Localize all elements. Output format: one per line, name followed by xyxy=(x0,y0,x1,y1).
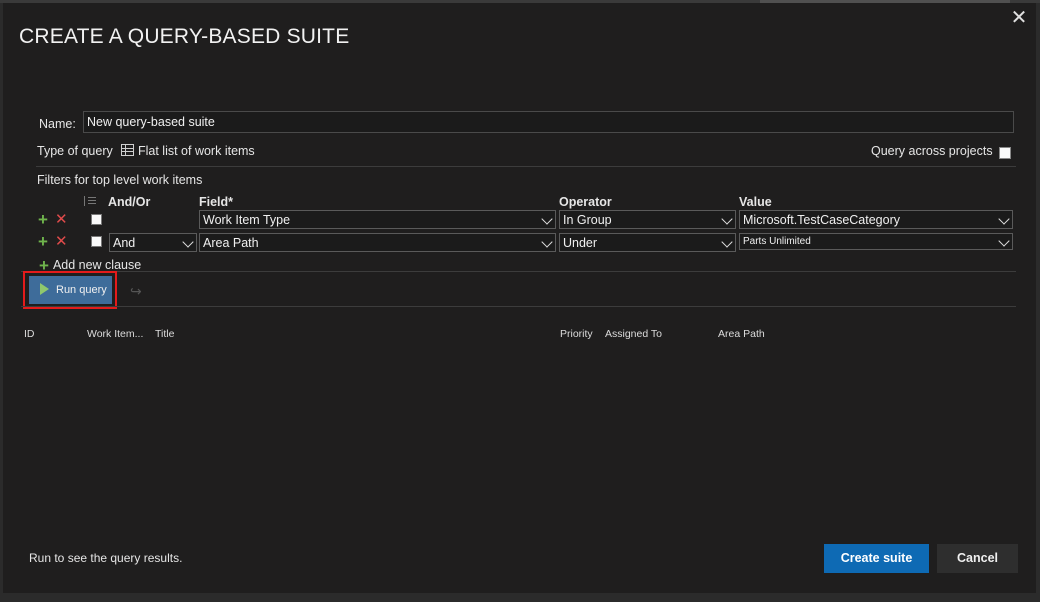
column-header-operator: Operator xyxy=(559,195,612,209)
dialog-title: CREATE A QUERY-BASED SUITE xyxy=(19,25,350,48)
divider xyxy=(21,271,1016,272)
status-message: Run to see the query results. xyxy=(29,551,183,565)
results-column-priority[interactable]: Priority xyxy=(560,328,593,340)
clause-operator-value: Under xyxy=(563,236,598,250)
results-column-assigned-to[interactable]: Assigned To xyxy=(605,328,662,340)
filters-label: Filters for top level work items xyxy=(37,173,203,187)
chevron-down-icon xyxy=(541,213,553,225)
clause-field-value: Area Path xyxy=(203,236,259,250)
divider xyxy=(21,306,1016,307)
chevron-down-icon xyxy=(182,236,194,248)
results-column-work-item-type[interactable]: Work Item... xyxy=(87,328,143,340)
clause-value-select[interactable]: Microsoft.TestCaseCategory xyxy=(739,210,1013,229)
group-clauses-icon[interactable] xyxy=(84,196,97,206)
query-across-projects-label: Query across projects xyxy=(871,144,993,158)
clause-field-select[interactable]: Area Path xyxy=(199,233,556,252)
clause-select-checkbox[interactable] xyxy=(91,236,102,247)
clause-operator-select[interactable]: In Group xyxy=(559,210,736,229)
redo-icon[interactable]: ↪ xyxy=(130,283,142,300)
clause-value-select[interactable]: Parts Unlimited xyxy=(739,233,1013,250)
add-clause-icon[interactable]: + xyxy=(38,233,48,250)
close-icon[interactable]: ✕ xyxy=(1008,7,1030,29)
create-suite-button[interactable]: Create suite xyxy=(824,544,929,573)
query-type-value: Flat list of work items xyxy=(138,144,255,158)
flat-list-icon xyxy=(121,144,134,156)
chevron-down-icon xyxy=(998,213,1010,225)
clause-value-value: Parts Unlimited xyxy=(743,236,811,247)
column-header-value: Value xyxy=(739,195,772,209)
chevron-down-icon xyxy=(721,213,733,225)
results-column-title[interactable]: Title xyxy=(155,328,174,340)
chevron-down-icon xyxy=(721,236,733,248)
results-column-area-path[interactable]: Area Path xyxy=(718,328,765,340)
clause-select-checkbox[interactable] xyxy=(91,214,102,225)
delete-clause-icon[interactable]: ✕ xyxy=(55,212,68,227)
highlight-box xyxy=(23,271,117,309)
divider xyxy=(36,166,1016,167)
clause-operator-value: In Group xyxy=(563,213,612,227)
create-suite-dialog: CREATE A QUERY-BASED SUITE ✕ Name: Type … xyxy=(3,3,1036,593)
window-bottom-strip xyxy=(0,593,1040,602)
suite-name-input[interactable] xyxy=(83,111,1014,133)
delete-clause-icon[interactable]: ✕ xyxy=(55,234,68,249)
results-column-id[interactable]: ID xyxy=(24,328,35,340)
cancel-button[interactable]: Cancel xyxy=(937,544,1018,573)
clause-and-or-select[interactable]: And xyxy=(109,233,197,252)
chevron-down-icon xyxy=(541,236,553,248)
clause-and-or-value: And xyxy=(113,236,136,250)
query-type-selector[interactable]: Flat list of work items xyxy=(121,144,255,158)
chevron-down-icon xyxy=(998,235,1010,247)
clause-value-value: Microsoft.TestCaseCategory xyxy=(743,213,901,227)
clause-operator-select[interactable]: Under xyxy=(559,233,736,252)
clause-field-value: Work Item Type xyxy=(203,213,291,227)
query-across-projects-checkbox[interactable] xyxy=(999,147,1011,159)
add-new-clause-label: Add new clause xyxy=(52,258,142,272)
name-label: Name: xyxy=(39,117,76,131)
add-clause-icon[interactable]: + xyxy=(38,211,48,228)
column-header-field: Field* xyxy=(199,195,234,209)
query-type-label: Type of query xyxy=(37,144,113,158)
clause-field-select[interactable]: Work Item Type xyxy=(199,210,556,229)
column-header-and-or: And/Or xyxy=(108,195,151,209)
